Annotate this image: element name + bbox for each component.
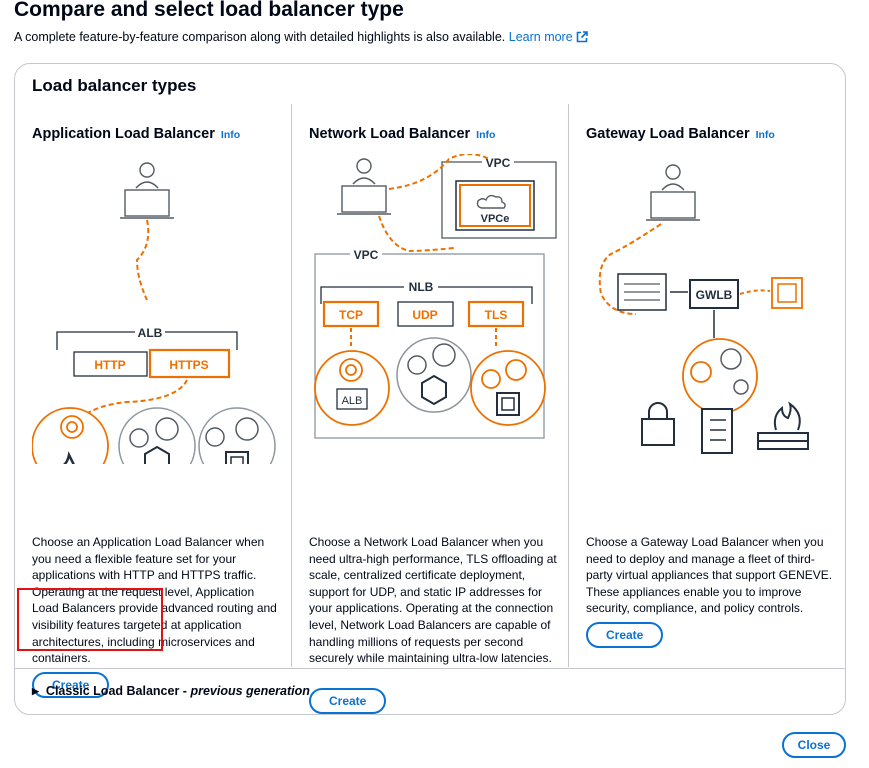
nlb-title: Network Load Balancer Info — [309, 126, 495, 142]
panel-heading: Load balancer types — [32, 76, 197, 95]
tls-label: TLS — [485, 308, 508, 322]
vpce-label: VPCe — [481, 213, 510, 225]
user-icon — [337, 158, 391, 215]
http-label: HTTP — [94, 358, 125, 372]
gwlb-label: GWLB — [696, 288, 733, 302]
nlb-description: Choose a Network Load Balancer when you … — [309, 535, 557, 666]
user-icon — [120, 162, 174, 219]
page-description: A complete feature-by-feature comparison… — [14, 30, 588, 46]
description-text: A complete feature-by-feature comparison… — [14, 30, 506, 44]
nlb-info-link[interactable]: Info — [476, 129, 495, 141]
classic-load-balancer-expander[interactable]: ▶ Classic Load Balancer - previous genera… — [32, 684, 310, 698]
learn-more-link[interactable]: Learn more — [509, 30, 588, 44]
gwlb-diagram: GWLB — [598, 164, 809, 454]
vpc-label: VPC — [354, 248, 379, 262]
udp-label: UDP — [412, 308, 437, 322]
load-balancer-types-panel: Load balancer types Application Load Bal… — [14, 63, 846, 715]
nlb-create-button[interactable]: Create — [309, 688, 387, 714]
classic-label: Classic Load Balancer - — [45, 684, 191, 698]
close-button[interactable]: Close — [782, 732, 846, 758]
nlb-diagram: VPC VPCe VPC NLB TCP UDP TLS ALB — [314, 154, 557, 439]
tcp-label: TCP — [339, 308, 363, 322]
gwlb-title-text: Gateway Load Balancer — [586, 126, 750, 142]
bottom-divider — [15, 668, 845, 669]
selection-highlight — [17, 588, 163, 651]
alb-title-text: Application Load Balancer — [32, 126, 215, 142]
gwlb-title: Gateway Load Balancer Info — [586, 126, 775, 142]
classic-generation: previous generation — [190, 684, 310, 698]
gwlb-create-button[interactable]: Create — [586, 622, 664, 648]
alb-target-label: ALB — [342, 395, 363, 407]
external-link-icon — [576, 31, 588, 46]
nlb-title-text: Network Load Balancer — [309, 126, 471, 142]
column-divider — [568, 104, 569, 667]
caret-right-icon: ▶ — [32, 686, 39, 696]
gwlb-info-link[interactable]: Info — [756, 129, 775, 141]
user-icon — [646, 164, 700, 221]
https-label: HTTPS — [169, 358, 208, 372]
alb-diagram: ALB HTTP HTTPS — [32, 162, 276, 464]
alb-title: Application Load Balancer Info — [32, 126, 240, 142]
page-title: Compare and select load balancer type — [14, 0, 404, 21]
vpc-top-label: VPC — [486, 156, 511, 170]
nlb-label: NLB — [409, 280, 434, 294]
column-divider — [291, 104, 292, 667]
alb-info-link[interactable]: Info — [221, 129, 240, 141]
gwlb-description: Choose a Gateway Load Balancer when you … — [586, 535, 833, 616]
alb-label: ALB — [138, 326, 163, 340]
learn-more-label: Learn more — [508, 30, 573, 44]
